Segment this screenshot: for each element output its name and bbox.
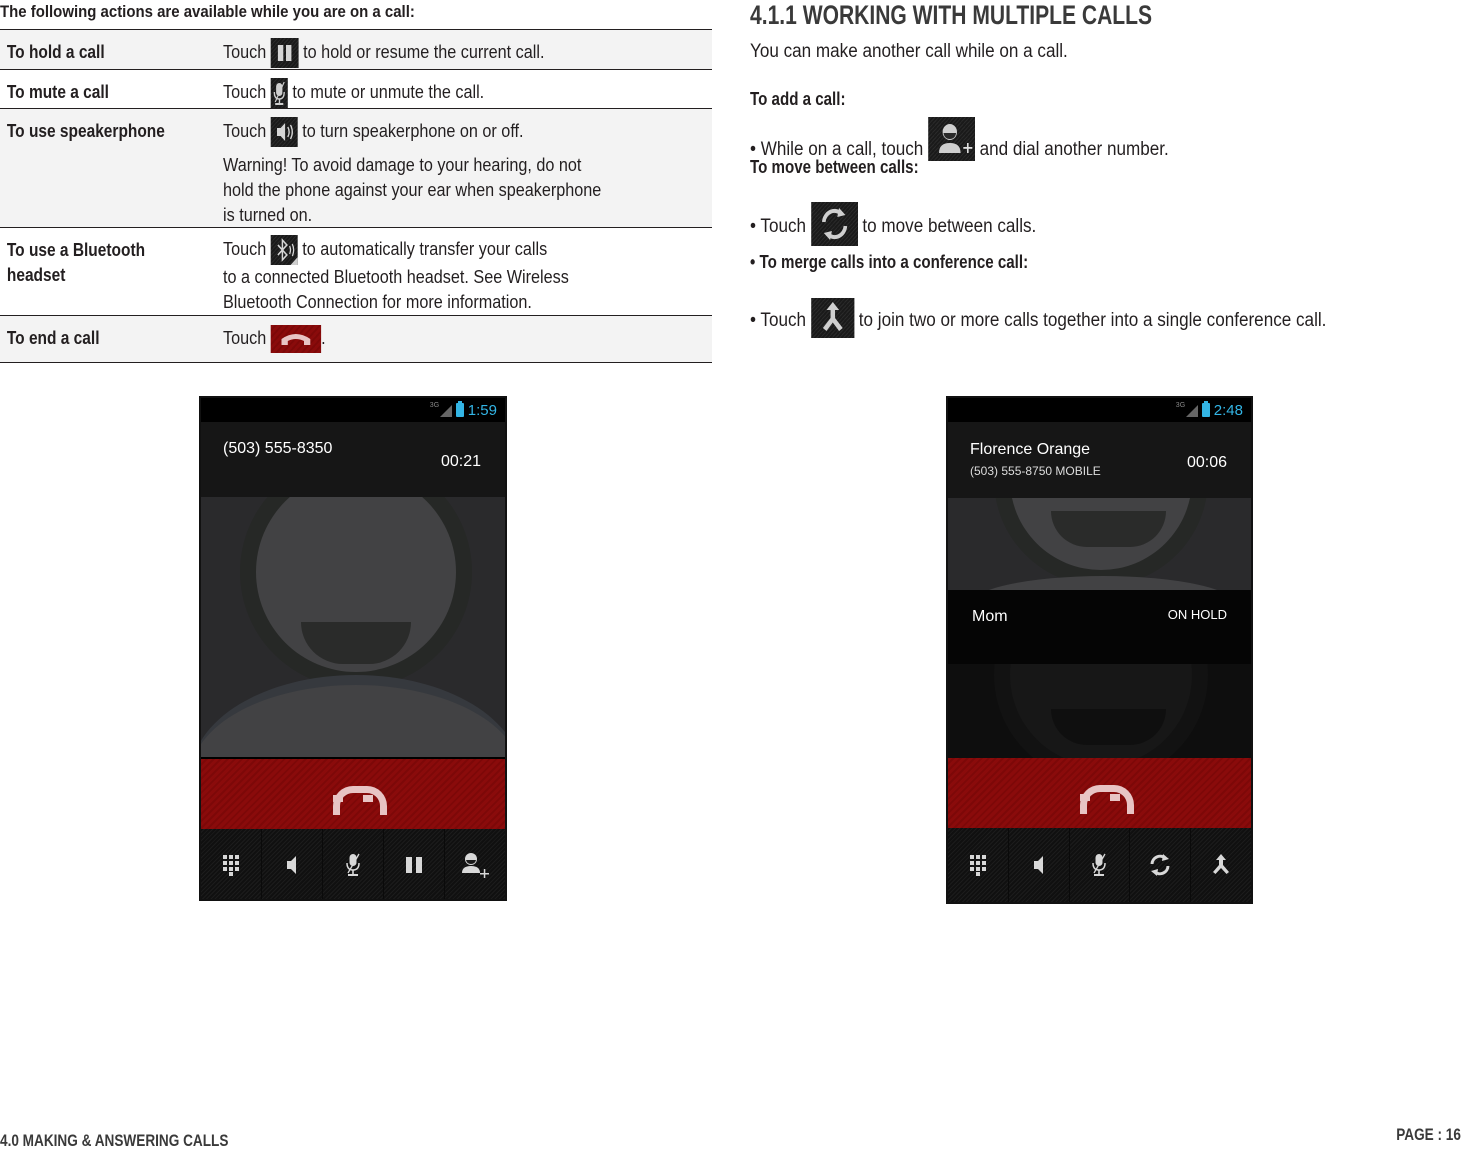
call-actions-table: To hold a call Touch to hold or resume t… — [0, 29, 712, 363]
speaker-icon — [287, 856, 296, 874]
in-call-controls — [948, 828, 1251, 902]
dialpad-button[interactable] — [201, 829, 262, 899]
add-call-heading: To add a call: — [750, 89, 846, 109]
table-row-end-call: To end a call Touch . — [0, 316, 712, 363]
row-label: To mute a call — [6, 82, 109, 102]
avatar-body — [201, 675, 505, 757]
avatar-body — [968, 576, 1238, 590]
battery-charging-icon — [455, 401, 464, 417]
end-call-icon — [1079, 785, 1134, 814]
move-calls-instruction: • Touch to move between calls. — [750, 202, 1036, 246]
move-calls-heading: To move between calls: — [750, 157, 919, 177]
dialpad-icon — [223, 855, 239, 876]
caller-number: (503) 555-8350 — [223, 440, 333, 457]
in-call-controls — [201, 829, 505, 899]
mute-button[interactable] — [1070, 828, 1131, 902]
row-label: To hold a call — [6, 42, 105, 62]
speakerphone-warning: Warning! To avoid damage to your hearing… — [223, 155, 602, 225]
dialpad-button[interactable] — [948, 828, 1009, 902]
row-description: Touch to mute or unmute the call. — [222, 70, 712, 108]
microphone-mute-icon — [270, 78, 288, 108]
status-bar: 3G 1:59 — [201, 398, 505, 422]
intro-heading: The following actions are available whil… — [0, 2, 415, 21]
add-call-icon — [928, 117, 975, 161]
add-call-instruction: • While on a call, touch and dial anothe… — [750, 117, 1169, 161]
chapter-footer: 4.0 MAKING & ANSWERING CALLS — [0, 1131, 229, 1150]
contact-avatar-placeholder — [201, 497, 505, 757]
avatar-mouth — [1051, 709, 1166, 745]
status-time: 1:59 — [467, 401, 497, 419]
phone-screenshot-single-call: 3G 1:59 (503) 555-8350 00:21 — [199, 396, 507, 901]
row-description: Touch to turn speakerphone on or off. Wa… — [222, 109, 712, 227]
table-row-bluetooth: To use a Bluetooth headset Touch to auto… — [0, 228, 712, 316]
table-row-speakerphone: To use speakerphone Touch to turn speake… — [0, 109, 712, 228]
signal-3g-icon: 3G — [430, 402, 452, 418]
row-label: To use speakerphone — [6, 121, 165, 141]
page-number: PAGE : 16 — [1396, 1125, 1461, 1144]
row-label: To end a call — [6, 328, 100, 348]
end-call-icon — [333, 786, 387, 815]
speaker-icon — [1033, 856, 1043, 874]
call-header: (503) 555-8350 00:21 — [201, 422, 505, 497]
speaker-button[interactable] — [262, 829, 323, 899]
pause-icon — [406, 857, 422, 873]
pause-icon — [270, 38, 299, 68]
caller-name: Florence Orange — [970, 441, 1091, 458]
speaker-button[interactable] — [1009, 828, 1070, 902]
table-row-hold: To hold a call Touch to hold or resume t… — [0, 30, 712, 70]
add-call-button[interactable] — [445, 829, 505, 899]
microphone-mute-icon — [346, 853, 360, 876]
merge-calls-icon — [1213, 854, 1230, 874]
table-row-mute: To mute a call Touch to mute or unmute t… — [0, 70, 712, 109]
end-call-button[interactable] — [948, 758, 1251, 828]
held-call-row[interactable]: Mom ON HOLD — [948, 590, 1251, 664]
section-title: 4.1.1 WORKING WITH MULTIPLE CALLS — [750, 0, 1153, 30]
merge-calls-icon — [810, 298, 855, 338]
status-time: 2:48 — [1213, 401, 1243, 419]
merge-calls-instruction: • Touch to join two or more calls togeth… — [750, 298, 1326, 338]
merge-calls-heading: • To merge calls into a conference call: — [750, 252, 1029, 272]
dialpad-icon — [969, 855, 986, 876]
row-label: To use a Bluetooth headset — [6, 240, 146, 285]
row-description: Touch . — [222, 316, 712, 362]
call-timer: 00:06 — [1186, 454, 1227, 471]
swap-calls-button[interactable] — [1130, 828, 1192, 902]
avatar-mouth — [1051, 511, 1166, 547]
microphone-mute-icon — [1092, 853, 1107, 876]
hold-button[interactable] — [384, 829, 445, 899]
speaker-icon — [270, 117, 298, 147]
row-description: Touch to automatically transfer your cal… — [222, 228, 712, 315]
end-call-button[interactable] — [201, 759, 505, 829]
row-description: Touch to hold or resume the current call… — [222, 30, 712, 69]
active-call-header: Florence Orange (503) 555-8750 MOBILE 00… — [948, 422, 1251, 498]
held-caller-name: Mom — [972, 608, 1008, 625]
battery-charging-icon — [1201, 401, 1210, 417]
on-hold-badge: ON HOLD — [1167, 607, 1227, 622]
status-bar: 3G 2:48 — [948, 398, 1251, 422]
swap-calls-icon — [1150, 854, 1170, 876]
swap-calls-icon — [810, 202, 858, 246]
signal-3g-icon: 3G — [1176, 402, 1198, 418]
call-timer: 00:21 — [440, 453, 481, 470]
add-call-icon — [462, 853, 489, 878]
phone-screenshot-multiple-calls: 3G 2:48 Florence Orange (503) 555-8750 M… — [946, 396, 1253, 904]
end-call-icon — [270, 325, 322, 353]
caller-number: (503) 555-8750 MOBILE — [970, 464, 1101, 478]
bluetooth-icon — [270, 235, 298, 265]
section-intro: You can make another call while on a cal… — [750, 41, 1068, 62]
merge-calls-button[interactable] — [1191, 828, 1251, 902]
contact-avatar-placeholder — [948, 498, 1251, 590]
mute-button[interactable] — [323, 829, 384, 899]
held-contact-avatar — [948, 664, 1251, 758]
